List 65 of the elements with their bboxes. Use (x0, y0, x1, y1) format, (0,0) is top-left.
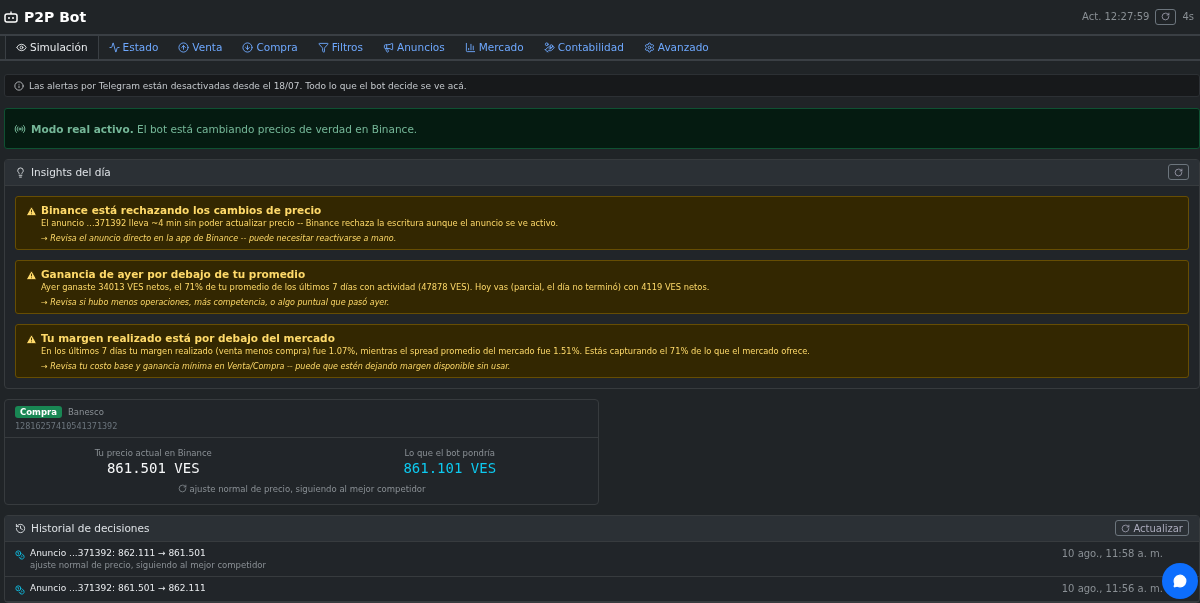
coins-hand-icon (543, 41, 555, 53)
warning-icon (26, 334, 37, 345)
tab[interactable]: Simulación (5, 35, 99, 60)
alert-title: Tu margen realizado está por debajo del mercado (41, 332, 336, 344)
alert-title: Binance está rechazando los cambios de precio (41, 204, 323, 216)
tab[interactable]: Venta (168, 35, 233, 60)
bank-name: Banesco (67, 407, 104, 417)
decision-time: 10 ago., 11:58 a. m. (1061, 548, 1163, 561)
lightbulb-icon (15, 167, 26, 178)
refresh-icon (1121, 524, 1131, 533)
mode-text: Modo real activo. El bot está cambiando precios de verdad en Binance. (31, 122, 418, 135)
current-price: 861.501 VES (106, 460, 200, 476)
megaphone-icon (383, 41, 394, 53)
tab[interactable]: Avanzado (633, 35, 719, 60)
tab[interactable]: Compra (232, 35, 308, 60)
tab[interactable]: Anuncios (373, 35, 455, 60)
app-title: P2P Bot (24, 8, 88, 25)
alert-text: Ayer ganaste 34013 VES netos, el 71% de tu promedio de los últimos 7 días con actividad (47878 VES). Hoy vas (parcial, el día no terminó) con 4119 VES netos. (41, 282, 710, 292)
alert-tip: → Revisa el anuncio directo en la app de Binance -- puede necesitar reactivarse a mano. (41, 234, 398, 243)
alert-text: En los últimos 7 días tu margen realizado (venta menos compra) fue 1.07%, mientras el spread promedio del mercado fue 1.51%. Estás capturando el 71% de lo que el mercado ofrece. (41, 346, 810, 356)
chat-icon (1173, 574, 1187, 588)
refresh-interval: 4s (1182, 11, 1194, 23)
eye-icon (16, 41, 27, 53)
info-icon (14, 80, 24, 91)
bot-price: 861.101 VES (403, 460, 497, 476)
refresh-button[interactable]: Actualizar (1115, 520, 1189, 537)
filter-icon (317, 41, 329, 53)
robot-icon (4, 10, 18, 23)
price-label: Lo que el bot pondría (404, 448, 496, 458)
clock-icon (15, 523, 26, 534)
broadcast-icon (14, 122, 26, 135)
pulse-icon (108, 41, 120, 53)
price-label: Tu precio actual en Binance (94, 448, 212, 458)
refresh-icon (177, 484, 187, 494)
decision-title: Anuncio ...371392: 862.111 → 861.501 (30, 548, 207, 558)
last-update: Act. 12:27:59 (1082, 11, 1150, 23)
insights-title: Insights del día (31, 166, 111, 179)
tab[interactable]: Filtros (307, 35, 373, 60)
decision-detail: ajuste normal de precio, siguiendo al mejor competidor (30, 560, 267, 570)
coins-icon (15, 585, 25, 595)
refresh-button[interactable] (1168, 164, 1189, 181)
reason-text: ajuste normal de precio, siguiendo al mejor competidor (189, 484, 426, 494)
bar-chart-icon (464, 41, 476, 53)
warning-icon (26, 206, 37, 217)
side-badge: Compra (15, 406, 62, 418)
tab[interactable]: Estado (98, 35, 169, 60)
tab[interactable]: Mercado (454, 35, 534, 60)
tab[interactable]: Contabilidad (533, 35, 634, 60)
history-title: Historial de decisiones (31, 522, 150, 535)
ad-id: 12816257410541371392 (15, 421, 119, 431)
refresh-icon (1161, 12, 1171, 22)
refresh-button[interactable] (1155, 8, 1177, 25)
warning-icon (26, 270, 37, 281)
alert-tip: → Revisa tu costo base y ganancia mínima en Venta/Compra -- puede que estén dejando margen disponible sin usar. (41, 362, 512, 371)
settings-icon (643, 41, 655, 53)
alert-title: Ganancia de ayer por debajo de tu promedio (41, 268, 307, 280)
refresh-icon (1174, 168, 1183, 177)
arrow-down-circle-icon (242, 41, 254, 53)
decision-time: 10 ago., 11:56 a. m. (1061, 583, 1163, 595)
notice-text: Las alertas por Telegram están desactivadas desde el 18/07. Todo lo que el bot decide se ve acá. (29, 80, 467, 91)
decision-title: Anuncio ...371392: 861.501 → 862.111 (30, 583, 207, 593)
alert-tip: → Revisa si hubo menos operaciones, más competencia, o algo puntual que pasó ayer. (41, 298, 391, 307)
arrow-up-circle-icon (178, 41, 190, 53)
alert-text: El anuncio ...371392 lleva ~4 min sin poder actualizar precio -- Binance rechaza la escritura aunque el anuncio se ve activo. (41, 218, 559, 228)
coins-icon (15, 550, 25, 560)
